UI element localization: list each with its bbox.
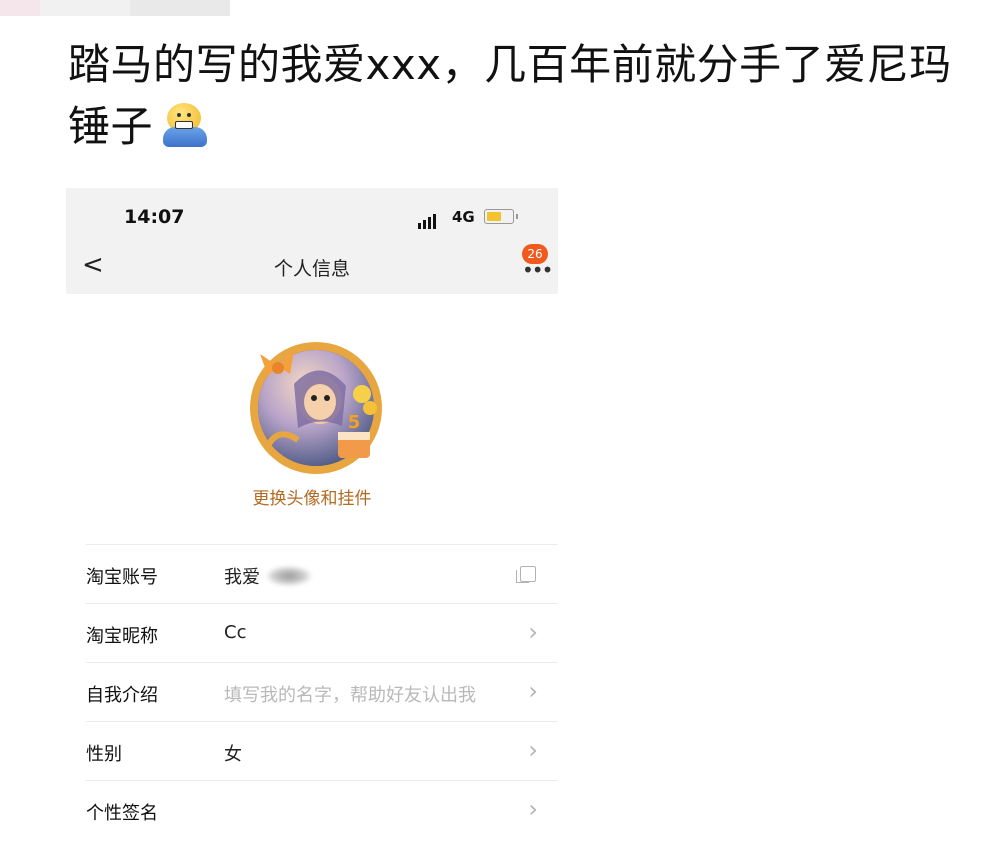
nav-bar: < 个人信息 26 ••• (66, 238, 558, 294)
top-strip (0, 0, 230, 16)
row-label: 个性签名 (86, 803, 158, 824)
more-options-icon[interactable]: ••• (522, 258, 553, 282)
nickname-value: Cc (224, 622, 247, 643)
chevron-right-icon: › (528, 677, 538, 705)
row-gender[interactable]: 性别 女 › (86, 721, 558, 780)
network-label: 4G (452, 208, 475, 226)
row-self-intro[interactable]: 自我介绍 填写我的名字，帮助好友认出我 › (86, 662, 558, 721)
row-label: 性别 (86, 744, 122, 765)
row-label: 自我介绍 (86, 685, 158, 706)
battery-icon (484, 209, 518, 224)
row-nickname[interactable]: 淘宝昵称 Cc › (86, 603, 558, 662)
chevron-right-icon: › (528, 618, 538, 646)
self-intro-placeholder: 填写我的名字，帮助好友认出我 (224, 685, 476, 706)
page-title: 个人信息 (273, 258, 350, 280)
copy-icon[interactable] (516, 566, 536, 583)
status-time: 14:07 (124, 206, 185, 228)
gender-value: 女 (224, 744, 242, 765)
cartoon-avatar-icon: 5 (250, 342, 382, 474)
signal-icon (418, 210, 438, 229)
account-value: 我爱 (224, 563, 312, 589)
post-text: 踏马的写的我爱xxx，几百年前就分手了爱尼玛锤子 (68, 34, 968, 158)
row-label: 淘宝账号 (86, 567, 158, 588)
account-value-text: 我爱 (224, 567, 260, 588)
profile-list: 淘宝账号 我爱 淘宝昵称 Cc › 自我介绍 填写我的名字，帮助好友认出我 › … (86, 544, 558, 839)
chevron-right-icon: › (528, 795, 538, 823)
grimacing-face-emoji-icon (163, 101, 208, 149)
row-taobao-account: 淘宝账号 我爱 (86, 544, 558, 603)
avatar[interactable]: 5 (238, 336, 390, 488)
svg-text:5: 5 (348, 412, 361, 433)
status-bar: 14:07 4G (66, 188, 558, 238)
change-avatar-link[interactable]: 更换头像和挂件 (66, 484, 558, 509)
row-signature[interactable]: 个性签名 › (86, 780, 558, 839)
chevron-right-icon: › (528, 736, 538, 764)
row-label: 淘宝昵称 (86, 626, 158, 647)
blurred-text (266, 566, 312, 586)
phone-screenshot: 14:07 4G < 个人信息 26 ••• 5 更换头像和挂件 淘宝账号 我爱… (66, 188, 558, 844)
